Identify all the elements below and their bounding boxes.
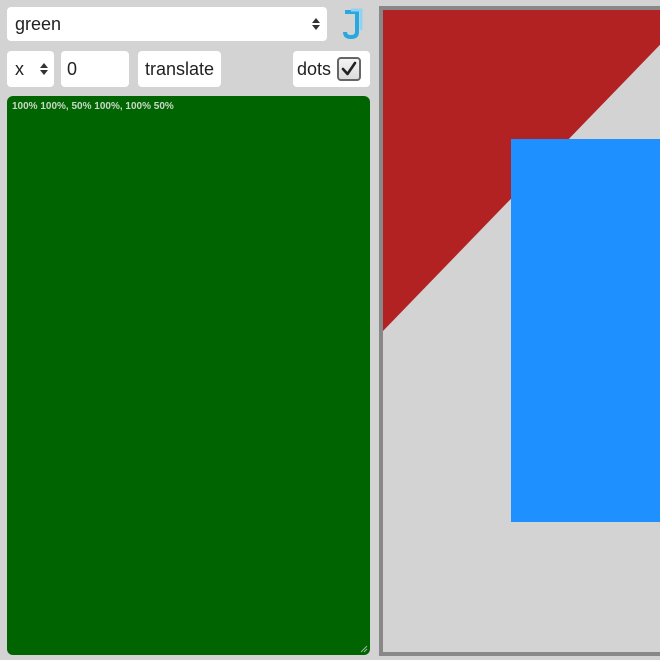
blue-rectangle <box>511 139 660 522</box>
dots-toggle[interactable]: dots <box>293 51 370 87</box>
checkmark-icon <box>341 61 357 76</box>
preview-stage <box>379 6 660 656</box>
select-arrows-icon <box>40 63 48 75</box>
axis-select-value: x <box>15 58 24 79</box>
app: green x translate dots 100% 100%, 50% 10… <box>0 0 660 660</box>
dots-label: dots <box>297 58 332 79</box>
resize-handle-icon[interactable] <box>360 645 368 653</box>
logo-icon[interactable] <box>339 8 367 40</box>
polygon-editor[interactable]: 100% 100%, 50% 100%, 100% 50% <box>7 96 370 655</box>
amount-input[interactable] <box>61 51 129 87</box>
dots-checkbox[interactable] <box>337 57 362 81</box>
translate-button-label: translate <box>144 58 215 79</box>
shape-select-value: green <box>15 13 62 34</box>
axis-select[interactable]: x <box>7 51 54 87</box>
translate-button[interactable]: translate <box>138 51 221 87</box>
select-arrows-icon <box>312 18 320 30</box>
stage-canvas <box>383 10 660 522</box>
editor-text: 100% 100%, 50% 100%, 100% 50% <box>12 101 174 112</box>
shape-select[interactable]: green <box>7 7 327 41</box>
